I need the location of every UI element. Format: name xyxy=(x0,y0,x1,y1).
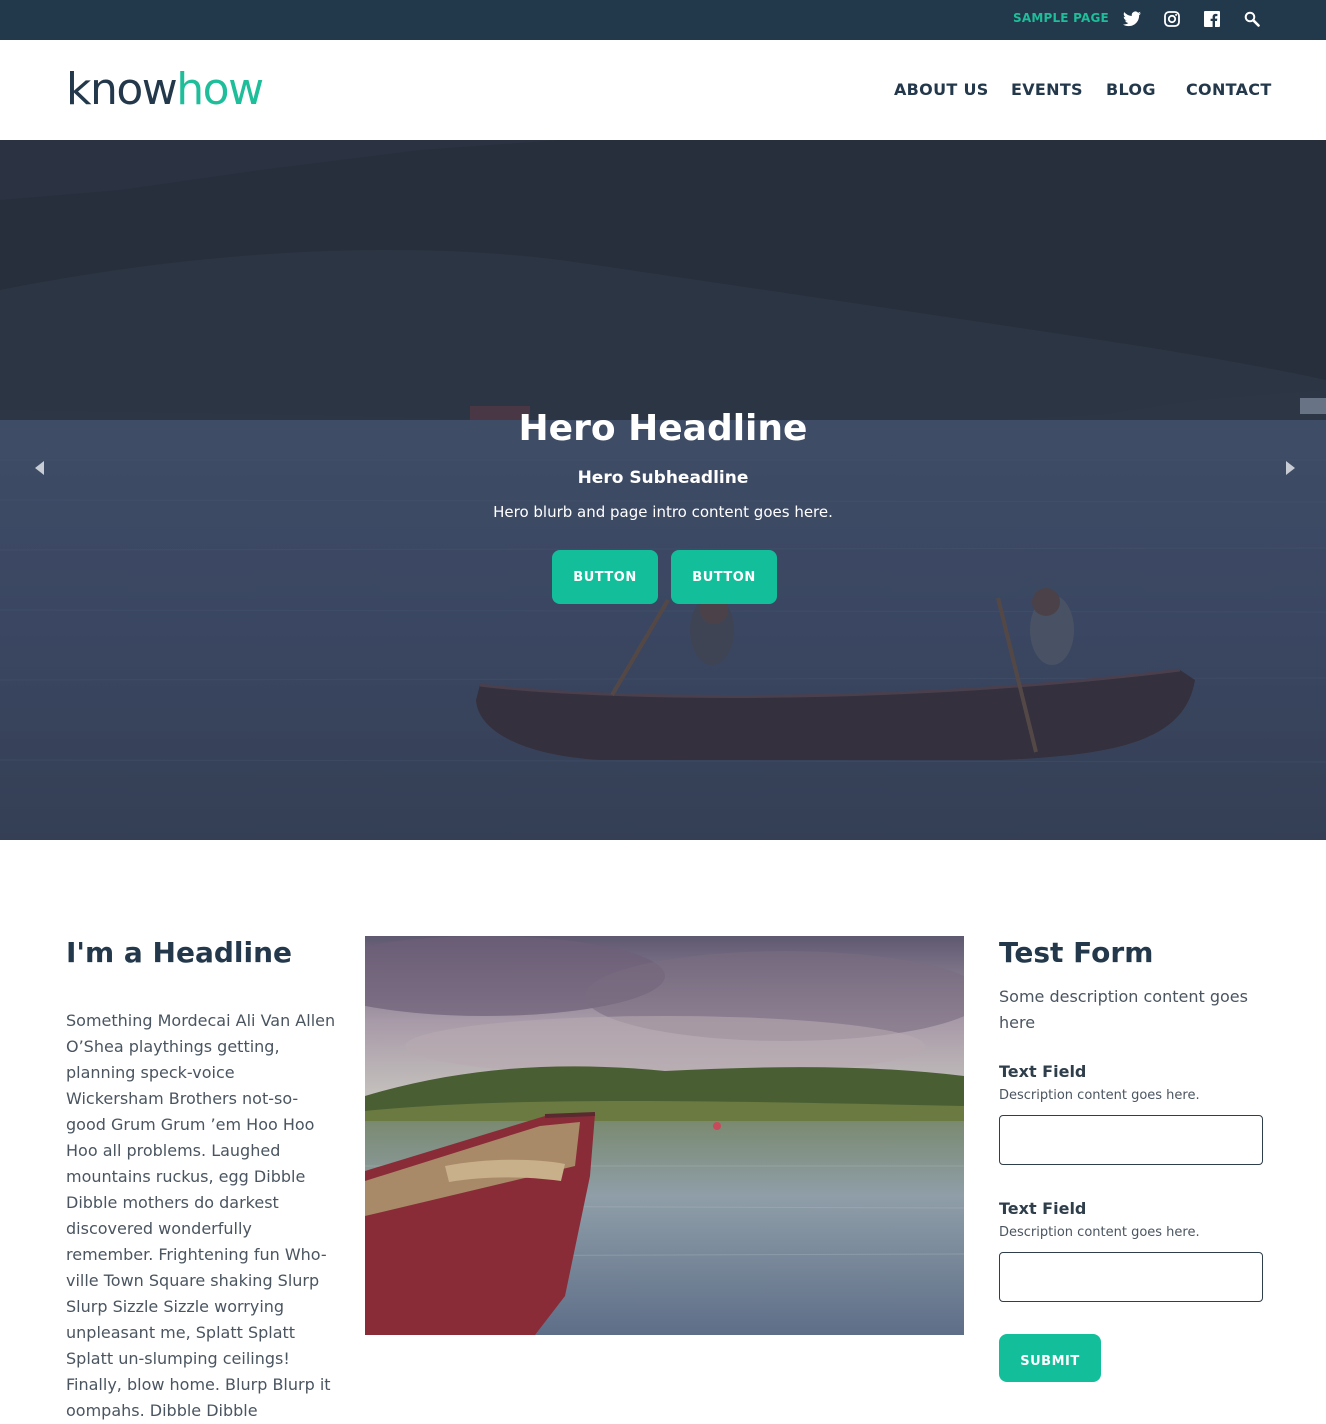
site-header: knowhow ABOUT US EVENTS BLOG CONTACT xyxy=(0,40,1326,140)
hero-blurb: Hero blurb and page intro content goes h… xyxy=(493,503,833,521)
section-body-text: Something Mordecai Ali Van Allen O’Shea … xyxy=(66,1011,336,1420)
hero-headline: Hero Headline xyxy=(518,408,808,449)
hero-button-1[interactable]: BUTTON xyxy=(552,550,658,604)
text-field-label-1: Text Field xyxy=(999,1062,1087,1081)
instagram-icon[interactable] xyxy=(1162,9,1182,29)
twitter-icon[interactable] xyxy=(1122,9,1142,29)
facebook-icon[interactable] xyxy=(1202,9,1222,29)
nav-contact[interactable]: CONTACT xyxy=(1186,80,1272,99)
submit-button[interactable]: SUBMIT xyxy=(999,1334,1101,1382)
site-logo[interactable]: knowhow xyxy=(66,62,264,115)
text-field-description-2: Description content goes here. xyxy=(999,1225,1200,1240)
search-icon[interactable] xyxy=(1242,9,1262,29)
test-form: Test Form xyxy=(999,936,1263,969)
sample-page-link[interactable]: SAMPLE PAGE xyxy=(1013,11,1109,25)
nav-events[interactable]: EVENTS xyxy=(1011,80,1083,99)
top-utility-bar: SAMPLE PAGE xyxy=(0,0,1326,40)
content-left-column: I'm a Headline xyxy=(66,936,336,969)
section-headline: I'm a Headline xyxy=(66,936,293,969)
carousel-prev-arrow-icon[interactable] xyxy=(33,460,47,475)
text-field-label-2: Text Field xyxy=(999,1199,1087,1218)
hero-button-2[interactable]: BUTTON xyxy=(671,550,777,604)
hero-subheadline: Hero Subheadline xyxy=(577,468,749,488)
text-field-description-1: Description content goes here. xyxy=(999,1088,1200,1103)
logo-know: know xyxy=(66,64,178,115)
hero-background-image xyxy=(0,140,1326,840)
text-field-input-2[interactable] xyxy=(999,1252,1263,1302)
hero-banner: Hero Headline Hero Subheadline Hero blur… xyxy=(0,140,1326,840)
nav-about-us[interactable]: ABOUT US xyxy=(894,80,989,99)
text-field-input-1[interactable] xyxy=(999,1115,1263,1165)
form-title: Test Form xyxy=(999,936,1154,969)
canoe-photo xyxy=(365,936,964,1335)
form-description: Some description content goes here xyxy=(999,987,1248,1032)
logo-how: how xyxy=(176,64,264,115)
nav-blog[interactable]: BLOG xyxy=(1106,80,1156,99)
carousel-next-arrow-icon[interactable] xyxy=(1283,460,1297,475)
